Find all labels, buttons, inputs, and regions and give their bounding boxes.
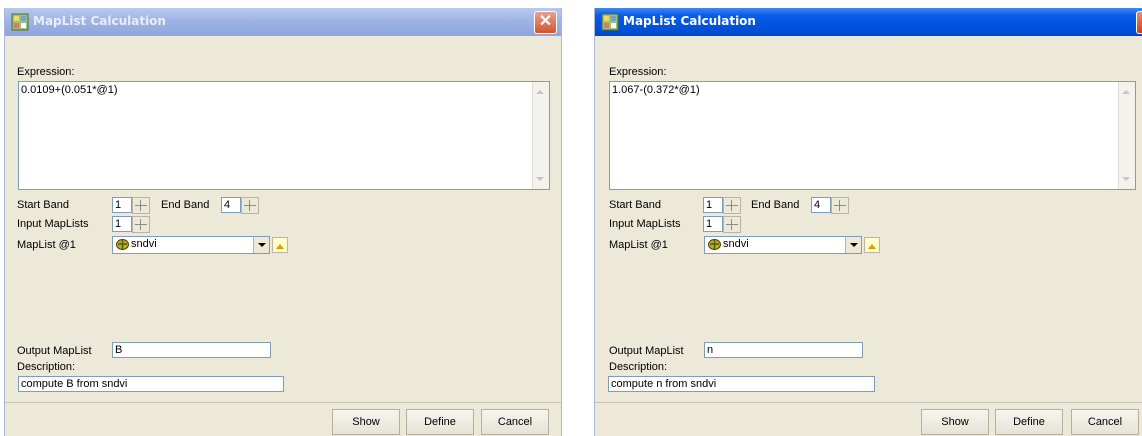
start-band-input[interactable]: 1 <box>703 197 723 213</box>
start-band-label: Start Band <box>609 199 661 211</box>
end-band-input[interactable]: 4 <box>811 197 831 213</box>
description-input[interactable]: compute n from sndvi <box>608 376 875 392</box>
show-button[interactable]: Show <box>332 409 400 435</box>
start-band-input[interactable]: 1 <box>112 197 132 213</box>
expression-label: Expression: <box>609 66 667 78</box>
maplist-1-label: MapList @1 <box>609 239 668 251</box>
app-icon <box>11 13 29 31</box>
maplist-1-select[interactable]: sndvi <box>704 236 862 254</box>
input-maplists-spinner[interactable] <box>132 216 150 233</box>
expression-input[interactable]: 0.0109+(0.051*@1) <box>18 81 550 190</box>
show-button[interactable]: Show <box>921 409 989 435</box>
start-band-spinner[interactable] <box>132 197 150 214</box>
app-icon <box>601 13 619 31</box>
title-bar[interactable]: MapList Calculation ✕ <box>595 8 1142 36</box>
close-icon[interactable]: ✕ <box>1136 11 1142 34</box>
end-band-spinner[interactable] <box>241 197 259 214</box>
expression-scrollbar[interactable] <box>1118 82 1135 189</box>
window-title: MapList Calculation <box>623 14 756 28</box>
start-band-label: Start Band <box>17 199 69 211</box>
end-band-spinner[interactable] <box>831 197 849 214</box>
chevron-down-icon[interactable] <box>845 237 861 253</box>
input-maplists-input[interactable]: 1 <box>703 216 723 232</box>
expression-scrollbar[interactable] <box>532 82 549 189</box>
scroll-up-icon[interactable] <box>536 90 544 94</box>
button-bar-divider <box>5 402 561 403</box>
maplist-calculation-dialog-2: MapList Calculation ✕ Expression: 1.067-… <box>594 8 1142 436</box>
input-maplists-spinner[interactable] <box>723 216 741 233</box>
output-maplist-input[interactable]: n <box>704 342 863 358</box>
scroll-down-icon[interactable] <box>1122 177 1130 181</box>
expression-input[interactable]: 1.067-(0.372*@1) <box>609 81 1136 190</box>
chevron-down-icon[interactable] <box>253 237 269 253</box>
description-label: Description: <box>17 361 76 373</box>
start-band-spinner[interactable] <box>723 197 741 214</box>
button-bar-divider <box>595 402 1142 403</box>
end-band-label: End Band <box>161 199 210 211</box>
maplist-1-value: sndvi <box>723 238 749 250</box>
maplist-1-select[interactable]: sndvi <box>112 236 270 254</box>
window-title: MapList Calculation <box>33 14 166 28</box>
output-maplist-input[interactable]: B <box>112 342 271 358</box>
close-icon[interactable]: ✕ <box>534 11 557 34</box>
end-band-label: End Band <box>751 199 800 211</box>
maplist-icon <box>116 239 129 250</box>
output-maplist-label: Output MapList <box>609 345 684 357</box>
title-bar[interactable]: MapList Calculation ✕ <box>5 8 561 36</box>
maplist-1-label: MapList @1 <box>17 239 76 251</box>
end-band-input[interactable]: 4 <box>221 197 241 213</box>
define-button[interactable]: Define <box>406 409 474 435</box>
browse-icon[interactable] <box>864 237 880 253</box>
define-button[interactable]: Define <box>995 409 1063 435</box>
scroll-down-icon[interactable] <box>536 177 544 181</box>
input-maplists-label: Input MapLists <box>17 218 89 230</box>
expression-label: Expression: <box>17 66 75 78</box>
maplist-icon <box>708 239 721 250</box>
output-maplist-label: Output MapList <box>17 345 92 357</box>
scroll-up-icon[interactable] <box>1122 90 1130 94</box>
maplist-1-value: sndvi <box>131 238 157 250</box>
description-input[interactable]: compute B from sndvi <box>18 376 284 392</box>
browse-icon[interactable] <box>272 237 288 253</box>
description-label: Description: <box>609 361 668 373</box>
expression-text: 1.067-(0.372*@1) <box>612 84 700 96</box>
expression-text: 0.0109+(0.051*@1) <box>21 84 118 96</box>
cancel-button[interactable]: Cancel <box>481 409 549 435</box>
maplist-calculation-dialog-1: MapList Calculation ✕ Expression: 0.0109… <box>4 8 562 436</box>
input-maplists-label: Input MapLists <box>609 218 681 230</box>
cancel-button[interactable]: Cancel <box>1071 409 1139 435</box>
input-maplists-input[interactable]: 1 <box>112 216 132 232</box>
